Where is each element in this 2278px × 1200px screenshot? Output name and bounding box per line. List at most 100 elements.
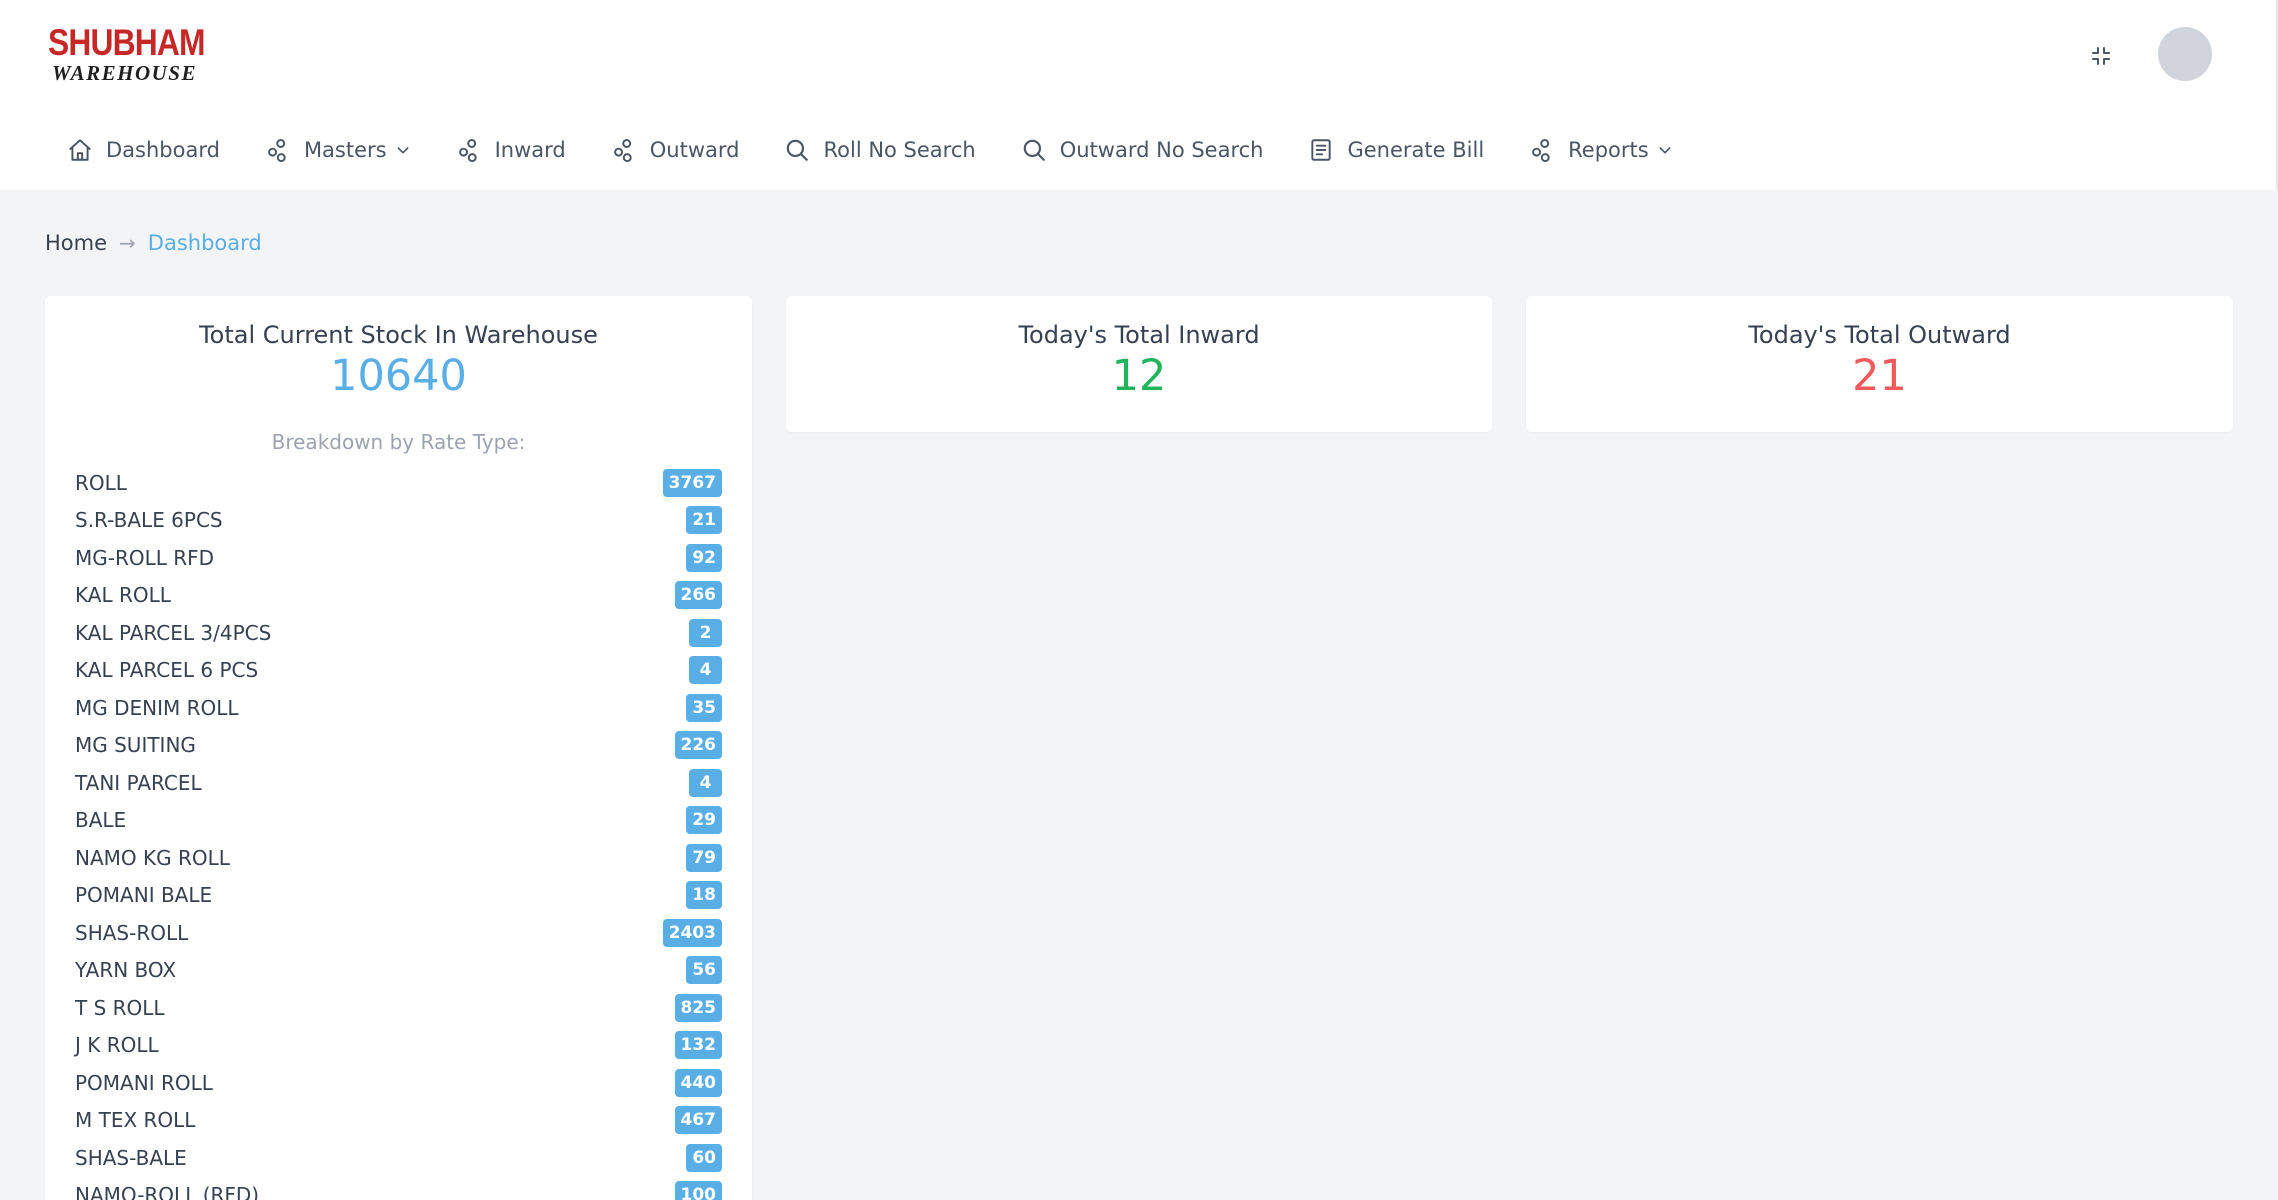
rate-type-count-badge: 4 <box>689 768 722 797</box>
rate-type-row: KAL PARCEL 3/4PCS 2 <box>75 614 722 652</box>
rate-type-name: NAMO-ROLL (RFD) <box>75 1183 260 1200</box>
rate-type-name: MG DENIM ROLL <box>75 695 239 720</box>
today-outward-value: 21 <box>1852 351 1907 401</box>
rate-type-name: POMANI ROLL <box>75 1070 213 1095</box>
top-header: SHUBHAM WAREHOUSE Dashboard Masters Inward… <box>0 0 2278 190</box>
rate-type-name: J K ROLL <box>75 1033 159 1058</box>
nav-roll-no-search[interactable]: Roll No Search <box>783 130 976 170</box>
nav-label: Dashboard <box>106 138 220 162</box>
rate-type-name: SHAS-BALE <box>75 1145 187 1170</box>
rate-type-row: T S ROLL 825 <box>75 989 722 1027</box>
rate-type-row: MG-ROLL RFD 92 <box>75 539 722 577</box>
rate-type-name: ROLL <box>75 470 127 495</box>
brand-logo-line1: SHUBHAM <box>48 22 205 63</box>
rate-type-count-badge: 56 <box>686 956 722 985</box>
rate-type-row: TANI PARCEL 4 <box>75 764 722 802</box>
chevron-down-icon <box>395 142 411 158</box>
rate-type-list: ROLL 3767 S.R-BALE 6PCS 21 MG-ROLL RFD 92 KAL … <box>75 464 722 1200</box>
search-icon <box>1020 136 1048 164</box>
rate-type-row: BALE 29 <box>75 802 722 840</box>
circles-icon <box>455 136 483 164</box>
brand-logo[interactable]: SHUBHAM WAREHOUSE <box>48 22 205 85</box>
today-inward-card: Today's Total Inward 12 <box>786 296 1492 432</box>
rate-type-row: KAL ROLL 266 <box>75 577 722 615</box>
rate-type-count-badge: 2 <box>689 618 722 647</box>
rate-type-count-badge: 4 <box>689 656 722 685</box>
rate-type-count-badge: 35 <box>686 693 722 722</box>
rate-type-name: KAL PARCEL 6 PCS <box>75 658 259 683</box>
search-icon <box>783 136 811 164</box>
total-stock-value: 10640 <box>330 351 467 401</box>
nav-label: Inward <box>494 138 566 162</box>
avatar[interactable] <box>2158 27 2212 81</box>
rate-type-row: KAL PARCEL 6 PCS 4 <box>75 652 722 690</box>
nav-dashboard[interactable]: Dashboard <box>66 130 220 170</box>
rate-type-count-badge: 825 <box>674 993 722 1022</box>
nav-label: Masters <box>303 138 387 162</box>
total-stock-title: Total Current Stock In Warehouse <box>199 321 598 349</box>
rate-type-name: T S ROLL <box>75 995 165 1020</box>
breadcrumb-home[interactable]: Home <box>45 231 107 255</box>
rate-type-count-badge: 60 <box>686 1143 722 1172</box>
rate-type-name: KAL ROLL <box>75 583 171 608</box>
rate-type-count-badge: 79 <box>686 843 722 872</box>
rate-type-row: M TEX ROLL 467 <box>75 1102 722 1140</box>
rate-type-row: J K ROLL 132 <box>75 1027 722 1065</box>
rate-type-count-badge: 92 <box>686 543 722 572</box>
rate-type-row: ROLL 3767 <box>75 464 722 502</box>
rate-type-name: SHAS-ROLL <box>75 920 189 945</box>
rate-type-count-badge: 29 <box>686 806 722 835</box>
circles-icon <box>1528 136 1556 164</box>
nav-generate-bill[interactable]: Generate Bill <box>1307 130 1484 170</box>
nav-outward-no-search[interactable]: Outward No Search <box>1020 130 1264 170</box>
breadcrumb: Home → Dashboard <box>45 228 262 258</box>
rate-type-name: BALE <box>75 808 127 833</box>
rate-type-count-badge: 3767 <box>662 468 722 497</box>
rate-type-row: MG DENIM ROLL 35 <box>75 689 722 727</box>
breadcrumb-current[interactable]: Dashboard <box>148 231 262 255</box>
nav-label: Generate Bill <box>1347 138 1485 162</box>
rate-type-name: NAMO KG ROLL <box>75 845 230 870</box>
nav-label: Outward <box>649 138 740 162</box>
breakdown-title: Breakdown by Rate Type: <box>271 430 526 454</box>
total-stock-card: Total Current Stock In Warehouse 10640 B… <box>45 296 752 1200</box>
main-nav: Dashboard Masters Inward Outward Roll No Sea… <box>66 130 1717 170</box>
today-outward-card: Today's Total Outward 21 <box>1526 296 2233 432</box>
rate-type-row: S.R-BALE 6PCS 21 <box>75 502 722 540</box>
chevron-down-icon <box>1657 142 1673 158</box>
nav-label: Reports <box>1568 138 1649 162</box>
nav-outward[interactable]: Outward <box>610 130 740 170</box>
nav-label: Outward No Search <box>1059 138 1264 162</box>
rate-type-count-badge: 440 <box>674 1068 722 1097</box>
rate-type-row: MG SUITING 226 <box>75 727 722 765</box>
breadcrumb-separator: → <box>119 231 136 255</box>
brand-logo-line2: WAREHOUSE <box>52 61 197 85</box>
home-icon <box>66 136 94 164</box>
rate-type-count-badge: 18 <box>686 881 722 910</box>
circles-icon <box>264 136 292 164</box>
rate-type-row: SHAS-ROLL 2403 <box>75 914 722 952</box>
nav-inward[interactable]: Inward <box>455 130 566 170</box>
nav-masters[interactable]: Masters <box>264 130 411 170</box>
today-outward-title: Today's Total Outward <box>1748 321 2011 349</box>
rate-type-name: M TEX ROLL <box>75 1108 196 1133</box>
rate-type-row: NAMO-ROLL (RFD) 100 <box>75 1177 722 1200</box>
rate-type-row: YARN BOX 56 <box>75 952 722 990</box>
rate-type-count-badge: 132 <box>674 1031 722 1060</box>
document-icon <box>1307 136 1335 164</box>
rate-type-row: NAMO KG ROLL 79 <box>75 839 722 877</box>
nav-label: Roll No Search <box>823 138 976 162</box>
collapse-icon[interactable] <box>2083 38 2119 74</box>
circles-icon <box>610 136 638 164</box>
rate-type-count-badge: 266 <box>674 581 722 610</box>
rate-type-name: MG-ROLL RFD <box>75 545 215 570</box>
rate-type-name: KAL PARCEL 3/4PCS <box>75 620 272 645</box>
rate-type-count-badge: 21 <box>686 506 722 535</box>
rate-type-name: YARN BOX <box>75 958 177 983</box>
rate-type-name: S.R-BALE 6PCS <box>75 508 223 533</box>
nav-reports[interactable]: Reports <box>1528 130 1673 170</box>
rate-type-count-badge: 2403 <box>662 918 722 947</box>
rate-type-name: MG SUITING <box>75 733 196 758</box>
rate-type-row: POMANI ROLL 440 <box>75 1064 722 1102</box>
today-inward-value: 12 <box>1111 351 1167 401</box>
